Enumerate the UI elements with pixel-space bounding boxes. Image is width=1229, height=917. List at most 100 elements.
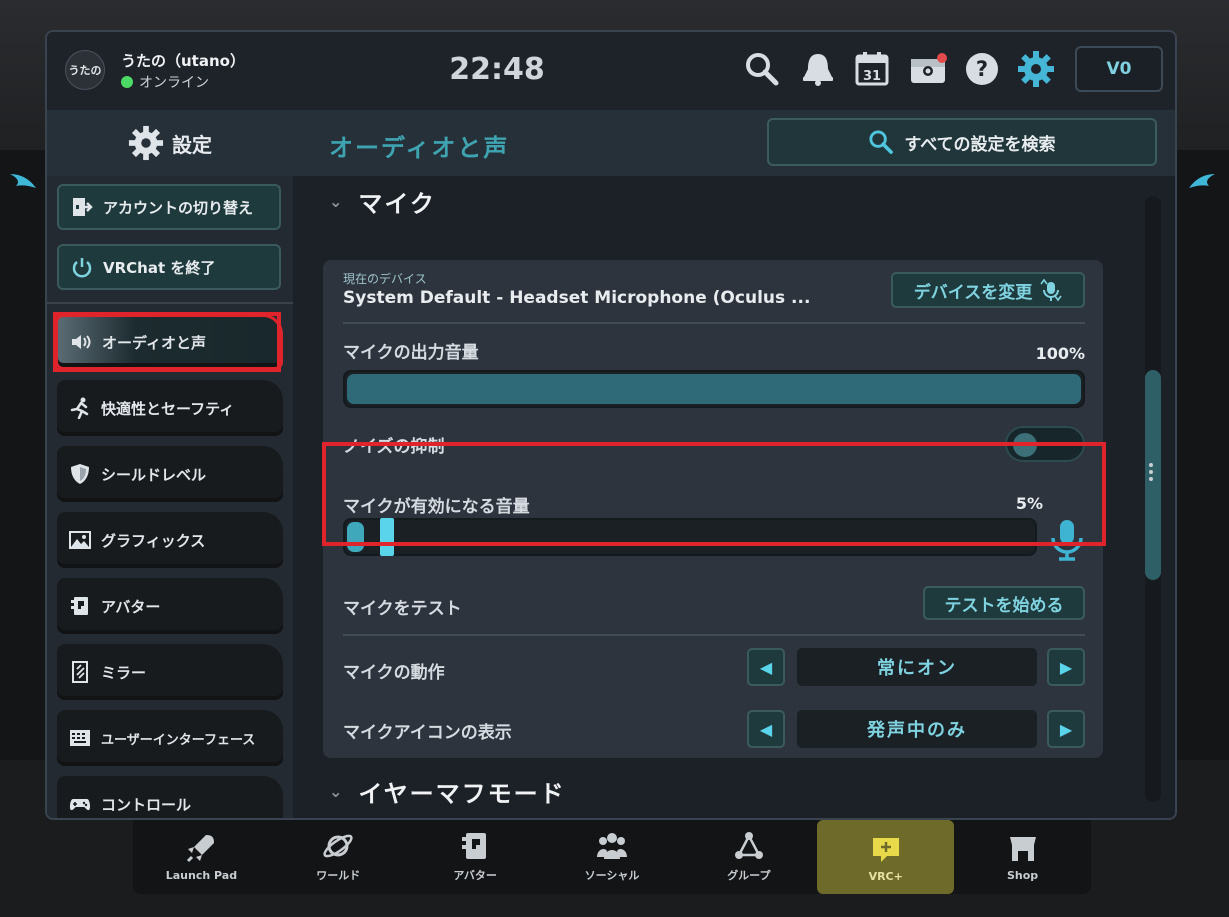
- mic-threshold-slider[interactable]: [343, 518, 1037, 556]
- online-dot-icon: [121, 76, 133, 88]
- sidebar: 設定 アカウントの切り替え VRChat を終了 オーディオと声 快適性とセーフ…: [47, 110, 293, 818]
- sidebar-title-text: 設定: [172, 132, 212, 157]
- section-mic-header[interactable]: ⌄ マイク: [329, 184, 436, 219]
- dock-vrcplus[interactable]: VRC+: [817, 820, 955, 894]
- mic-settings-card: 現在のデバイス System Default - Headset Microph…: [323, 260, 1103, 758]
- avatar[interactable]: うたの: [65, 50, 105, 90]
- mic-icon-display-value: 発声中のみ: [797, 710, 1037, 748]
- mic-behavior-label: マイクの動作: [343, 663, 445, 683]
- gamepad-icon: [69, 799, 91, 811]
- search-icon[interactable]: [743, 50, 781, 88]
- dock-label: Shop: [1006, 868, 1039, 882]
- running-icon: [70, 397, 89, 419]
- divider: [343, 634, 1085, 636]
- chevron-right-icon: ▶: [1059, 719, 1073, 739]
- mic-behavior-prev-button[interactable]: ◀: [747, 648, 785, 686]
- dock-label: VRC+: [868, 869, 903, 883]
- device-swap-icon: [1040, 278, 1062, 302]
- sidebar-item-audio[interactable]: オーディオと声: [55, 314, 283, 370]
- bottom-dock: Launch Pad ワールド アバター ソーシャル グループ VRC+ Sho…: [133, 818, 1091, 894]
- device-name: System Default - Headset Microphone (Ocu…: [343, 288, 811, 308]
- sidebar-item-controls[interactable]: コントロール: [57, 776, 283, 818]
- switch-account-button[interactable]: アカウントの切り替え: [57, 184, 281, 230]
- svg-text:31: 31: [863, 69, 881, 84]
- bell-icon[interactable]: [799, 50, 837, 88]
- wing-left-icon: [10, 174, 36, 188]
- dock-groups[interactable]: グループ: [680, 818, 817, 894]
- search-all-settings-button[interactable]: すべての設定を検索: [767, 118, 1157, 166]
- mic-icon-display-next-button[interactable]: ▶: [1047, 710, 1085, 748]
- calendar-icon[interactable]: 31: [853, 50, 891, 88]
- store-icon[interactable]: [909, 50, 947, 88]
- rocket-icon: [187, 834, 215, 862]
- chevron-left-icon: ◀: [759, 657, 773, 677]
- chevron-right-icon: ▶: [1059, 657, 1073, 677]
- noise-suppression-label: ノイズの抑制: [343, 437, 445, 457]
- power-icon: [72, 258, 92, 278]
- mic-icon-display-prev-button[interactable]: ◀: [747, 710, 785, 748]
- chevron-left-icon: ◀: [759, 719, 773, 739]
- svg-text:?: ?: [976, 57, 988, 81]
- mic-threshold-label: マイクが有効になる音量: [343, 497, 530, 517]
- dock-shop[interactable]: Shop: [954, 818, 1091, 894]
- section-earmuff-header[interactable]: ⌄ イヤーマフモード: [329, 774, 566, 809]
- mic-volume-value: 100%: [1035, 344, 1085, 363]
- dock-social[interactable]: ソーシャル: [544, 818, 681, 894]
- sidebar-title: 設定: [47, 110, 293, 176]
- change-device-label: デバイスを変更: [913, 282, 1033, 303]
- avatar-icon: [462, 833, 487, 859]
- page-title: オーディオと声: [329, 134, 510, 162]
- top-bar: うたの うたの（utano） オンライン 22:48 31 ? V0: [47, 32, 1175, 110]
- search-icon: [869, 130, 894, 154]
- avatar-icon: [71, 597, 88, 615]
- dock-launchpad[interactable]: Launch Pad: [133, 818, 270, 894]
- noise-suppression-toggle[interactable]: [1005, 426, 1085, 462]
- quit-vrchat-button[interactable]: VRChat を終了: [57, 244, 281, 290]
- sidebar-item-comfort[interactable]: 快適性とセーフティ: [57, 380, 283, 436]
- sidebar-divider: [47, 302, 293, 304]
- help-icon[interactable]: ?: [963, 50, 1001, 88]
- sidebar-item-avatar[interactable]: アバター: [57, 578, 283, 634]
- sidebar-item-graphics[interactable]: グラフィックス: [57, 512, 283, 568]
- section-title: イヤーマフモード: [358, 780, 566, 808]
- dock-avatars[interactable]: アバター: [407, 818, 544, 894]
- username: うたの（utano）: [121, 52, 245, 70]
- mic-threshold-handle[interactable]: [380, 518, 394, 556]
- sidebar-item-ui[interactable]: ユーザーインターフェース: [57, 710, 283, 766]
- content-header: オーディオと声 すべての設定を検索: [293, 110, 1175, 176]
- clock: 22:48: [449, 52, 545, 87]
- image-icon: [69, 531, 91, 549]
- gear-icon[interactable]: [1017, 50, 1055, 88]
- sidebar-item-label: ユーザーインターフェース: [101, 732, 256, 748]
- people-icon: [597, 833, 627, 859]
- sidebar-item-mirror[interactable]: ミラー: [57, 644, 283, 700]
- section-title: マイク: [358, 190, 436, 218]
- vrchat-credits-badge[interactable]: V0: [1075, 46, 1163, 92]
- content-area: オーディオと声 すべての設定を検索 ⌄ マイク 現在のデバイス System D…: [293, 110, 1175, 818]
- drag-grip-icon[interactable]: [1148, 462, 1154, 482]
- switch-account-label: アカウントの切り替え: [103, 198, 254, 217]
- quit-vrchat-label: VRChat を終了: [103, 258, 216, 277]
- start-test-button[interactable]: テストを始める: [923, 586, 1085, 620]
- dock-worlds[interactable]: ワールド: [270, 818, 407, 894]
- change-device-button[interactable]: デバイスを変更: [891, 272, 1085, 308]
- settings-panel: うたの うたの（utano） オンライン 22:48 31 ? V0 設定 アカ…: [45, 30, 1177, 820]
- mic-volume-slider[interactable]: [343, 370, 1085, 408]
- sidebar-item-label: グラフィックス: [101, 531, 206, 550]
- sidebar-item-label: 快適性とセーフティ: [101, 399, 235, 418]
- shop-icon: [1009, 836, 1036, 861]
- device-label: 現在のデバイス: [343, 272, 427, 286]
- planet-icon: [323, 834, 353, 858]
- sidebar-item-shield[interactable]: シールドレベル: [57, 446, 283, 502]
- toggle-knob: [1013, 433, 1037, 457]
- chevron-down-icon: ⌄: [329, 192, 345, 211]
- mic-behavior-next-button[interactable]: ▶: [1047, 648, 1085, 686]
- dock-label: ワールド: [316, 869, 361, 882]
- wing-right-icon: [1189, 174, 1215, 188]
- mic-icon-display-label: マイクアイコンの表示: [343, 723, 512, 743]
- dock-label: ソーシャル: [584, 869, 640, 882]
- status-text: オンライン: [139, 75, 209, 91]
- sidebar-item-label: ミラー: [101, 663, 147, 682]
- group-icon: [734, 832, 763, 859]
- search-all-label: すべての設定を検索: [904, 134, 1056, 155]
